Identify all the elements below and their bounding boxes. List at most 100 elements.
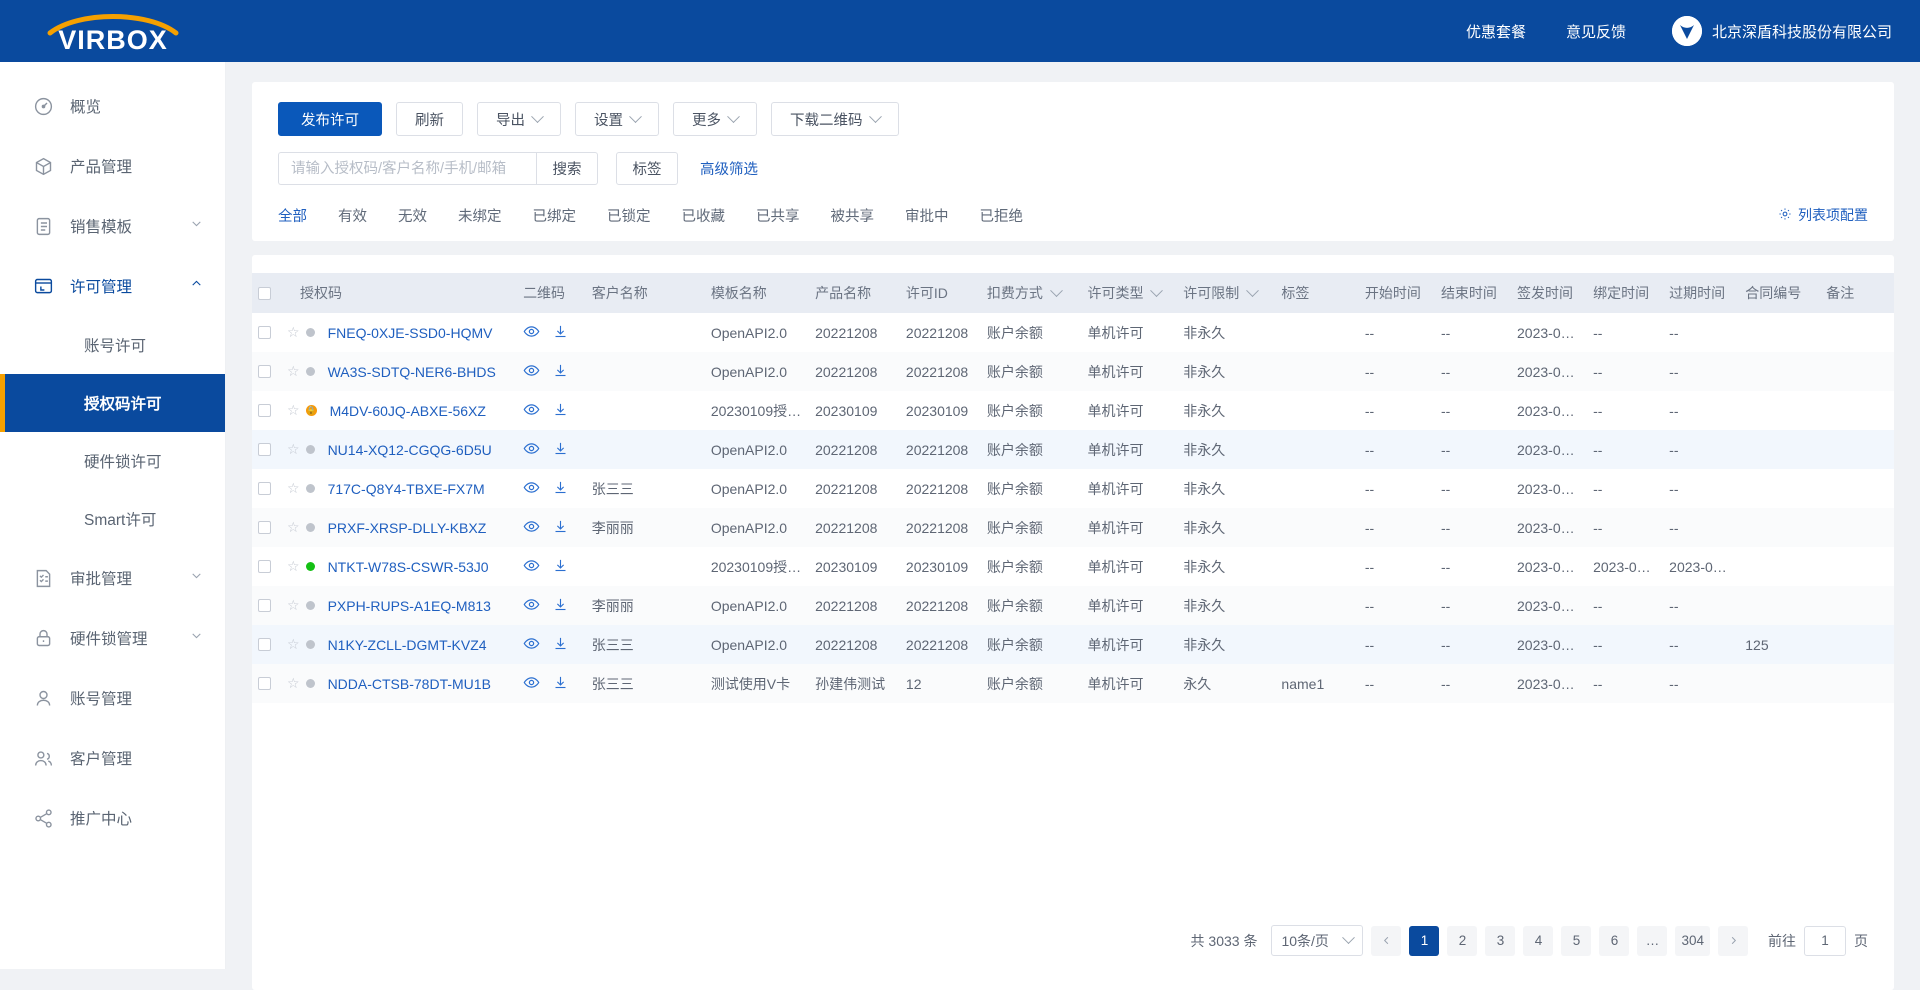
row-checkbox[interactable]	[258, 521, 271, 534]
favorite-star-icon[interactable]: ☆	[287, 363, 300, 380]
table-row[interactable]: ☆ PRXF-XRSP-DLLY-KBXZ 李丽丽 OpenAPI2.0 2022120…	[252, 508, 1894, 547]
feedback-link[interactable]: 意见反馈	[1566, 21, 1626, 42]
favorite-star-icon[interactable]: ☆	[287, 480, 300, 497]
row-checkbox[interactable]	[258, 404, 271, 417]
tab-unbound[interactable]: 未绑定	[458, 205, 502, 226]
table-row[interactable]: ☆ WA3S-SDTQ-NER6-BHDS OpenAPI2.0 20221208 20…	[252, 352, 1894, 391]
tag-button[interactable]: 标签	[616, 152, 678, 185]
page-button-3[interactable]: 3	[1485, 925, 1516, 956]
authorization-code-link[interactable]: M4DV-60JQ-ABXE-56XZ	[330, 403, 486, 419]
favorite-star-icon[interactable]: ☆	[287, 324, 300, 341]
sidebar-item-customer-management[interactable]: 客户管理	[0, 728, 225, 788]
row-checkbox[interactable]	[258, 443, 271, 456]
download-qrcode-icon[interactable]	[553, 519, 568, 537]
tab-rejected[interactable]: 已拒绝	[980, 205, 1024, 226]
tab-in-approval[interactable]: 审批中	[905, 205, 949, 226]
favorite-star-icon[interactable]: ☆	[287, 519, 300, 536]
table-row[interactable]: ☆ PXPH-RUPS-A1EQ-M813 李丽丽 OpenAPI2.0 2022120…	[252, 586, 1894, 625]
tab-locked[interactable]: 已锁定	[607, 205, 651, 226]
authorization-code-link[interactable]: N1KY-ZCLL-DGMT-KVZ4	[328, 637, 487, 653]
download-qrcode-icon[interactable]	[553, 597, 568, 615]
page-button-2[interactable]: 2	[1447, 925, 1478, 956]
sidebar-item-account-license[interactable]: 账号许可	[0, 316, 225, 374]
header-cell-license-type[interactable]: 许可类型	[1081, 273, 1178, 313]
row-checkbox[interactable]	[258, 560, 271, 573]
select-all-checkbox[interactable]	[258, 286, 271, 300]
sidebar-item-overview[interactable]: 概览	[0, 76, 225, 136]
page-button-6[interactable]: 6	[1599, 925, 1630, 956]
tab-bound[interactable]: 已绑定	[533, 205, 577, 226]
sidebar-item-promotion-center[interactable]: 推广中心	[0, 788, 225, 848]
authorization-code-link[interactable]: PXPH-RUPS-A1EQ-M813	[328, 598, 491, 614]
sidebar-item-sales-template[interactable]: 销售模板	[0, 196, 225, 256]
authorization-code-link[interactable]: NU14-XQ12-CGQG-6D5U	[328, 442, 492, 458]
table-row[interactable]: ☆ 🔒 M4DV-60JQ-ABXE-56XZ 20230109授… 20230109 2…	[252, 391, 1894, 430]
row-checkbox[interactable]	[258, 365, 271, 378]
search-button[interactable]: 搜索	[536, 152, 598, 185]
table-row[interactable]: ☆ NU14-XQ12-CGQG-6D5U OpenAPI2.0 20221208 20…	[252, 430, 1894, 469]
download-qrcode-icon[interactable]	[553, 324, 568, 342]
view-qrcode-icon[interactable]	[523, 557, 540, 577]
view-qrcode-icon[interactable]	[523, 518, 540, 538]
prev-page-button[interactable]	[1371, 925, 1402, 956]
tab-shared[interactable]: 已共享	[756, 205, 800, 226]
row-checkbox[interactable]	[258, 677, 271, 690]
view-qrcode-icon[interactable]	[523, 479, 540, 499]
page-size-select[interactable]: 10条/页	[1271, 925, 1364, 956]
sidebar-item-smart-license[interactable]: Smart许可	[0, 490, 225, 548]
table-row[interactable]: ☆ 717C-Q8Y4-TBXE-FX7M 张三三 OpenAPI2.0 2022120…	[252, 469, 1894, 508]
page-button-5[interactable]: 5	[1561, 925, 1592, 956]
view-qrcode-icon[interactable]	[523, 596, 540, 616]
download-qrcode-icon[interactable]	[553, 363, 568, 381]
advanced-filter-link[interactable]: 高级筛选	[700, 158, 758, 179]
authorization-code-link[interactable]: NDDA-CTSB-78DT-MU1B	[328, 676, 491, 692]
header-cell-license-limit[interactable]: 许可限制	[1177, 273, 1276, 313]
page-button-1[interactable]: 1	[1409, 925, 1440, 956]
row-checkbox[interactable]	[258, 638, 271, 651]
publish-license-button[interactable]: 发布许可	[278, 102, 382, 136]
sidebar-item-product-management[interactable]: 产品管理	[0, 136, 225, 196]
table-row[interactable]: ☆ NDDA-CTSB-78DT-MU1B 张三三 测试使用V卡 孙建伟测试 12 账户余额…	[252, 664, 1894, 703]
more-button[interactable]: 更多	[673, 102, 757, 136]
row-checkbox[interactable]	[258, 599, 271, 612]
promo-packages-link[interactable]: 优惠套餐	[1466, 21, 1526, 42]
header-cell-billing[interactable]: 扣费方式	[980, 273, 1082, 313]
sidebar-item-license-management[interactable]: 许可管理	[0, 256, 225, 316]
table-row[interactable]: ☆ FNEQ-0XJE-SSD0-HQMV OpenAPI2.0 20221208 20…	[252, 313, 1894, 352]
download-qrcode-icon[interactable]	[553, 558, 568, 576]
download-qrcode-button[interactable]: 下载二维码	[771, 102, 899, 136]
page-button-304[interactable]: 304	[1675, 925, 1710, 956]
favorite-star-icon[interactable]: ☆	[287, 402, 300, 419]
goto-page-input[interactable]	[1804, 925, 1846, 956]
sidebar-item-hardlock-management[interactable]: 硬件锁管理	[0, 608, 225, 668]
authorization-code-link[interactable]: NTKT-W78S-CSWR-53J0	[328, 559, 489, 575]
refresh-button[interactable]: 刷新	[396, 102, 463, 136]
download-qrcode-icon[interactable]	[553, 675, 568, 693]
favorite-star-icon[interactable]: ☆	[287, 558, 300, 575]
sidebar-item-account-management[interactable]: 账号管理	[0, 668, 225, 728]
tab-valid[interactable]: 有效	[338, 205, 367, 226]
download-qrcode-icon[interactable]	[553, 480, 568, 498]
view-qrcode-icon[interactable]	[523, 635, 540, 655]
favorite-star-icon[interactable]: ☆	[287, 675, 300, 692]
favorite-star-icon[interactable]: ☆	[287, 441, 300, 458]
favorite-star-icon[interactable]: ☆	[287, 597, 300, 614]
view-qrcode-icon[interactable]	[523, 401, 540, 421]
table-row[interactable]: ☆ N1KY-ZCLL-DGMT-KVZ4 张三三 OpenAPI2.0 2022120…	[252, 625, 1894, 664]
settings-button[interactable]: 设置	[575, 102, 659, 136]
list-config-link[interactable]: 列表项配置	[1778, 205, 1868, 225]
tab-favorited[interactable]: 已收藏	[682, 205, 726, 226]
export-button[interactable]: 导出	[477, 102, 561, 136]
page-button-4[interactable]: 4	[1523, 925, 1554, 956]
tab-beshared[interactable]: 被共享	[831, 205, 875, 226]
authorization-code-link[interactable]: PRXF-XRSP-DLLY-KBXZ	[328, 520, 487, 536]
next-page-button[interactable]	[1718, 925, 1748, 956]
sidebar-item-authcode-license[interactable]: 授权码许可	[0, 374, 225, 432]
authorization-code-link[interactable]: 717C-Q8Y4-TBXE-FX7M	[328, 481, 485, 497]
view-qrcode-icon[interactable]	[523, 440, 540, 460]
row-checkbox[interactable]	[258, 326, 271, 339]
table-row[interactable]: ☆ NTKT-W78S-CSWR-53J0 20230109授… 20230109 20…	[252, 547, 1894, 586]
favorite-star-icon[interactable]: ☆	[287, 636, 300, 653]
view-qrcode-icon[interactable]	[523, 323, 540, 343]
download-qrcode-icon[interactable]	[553, 402, 568, 420]
